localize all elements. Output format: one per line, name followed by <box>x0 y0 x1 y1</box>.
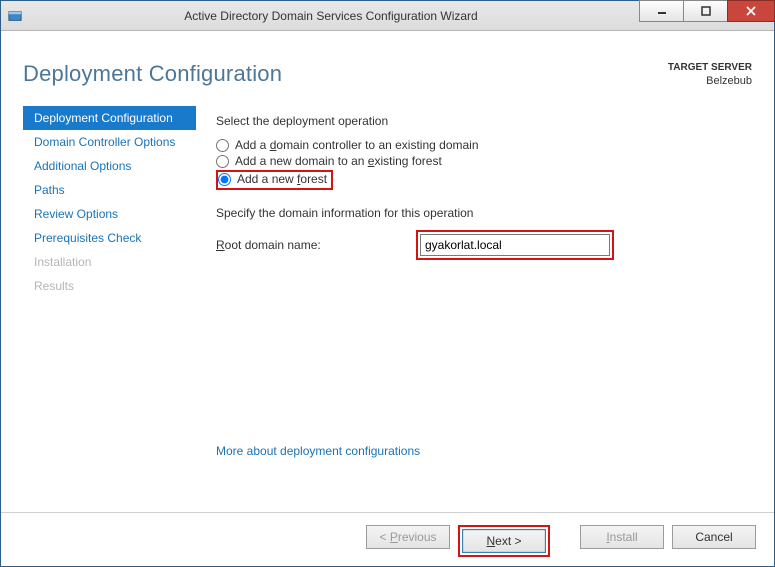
nav-review-options[interactable]: Review Options <box>23 202 196 226</box>
main-panel: Select the deployment operation Add a do… <box>196 106 774 466</box>
radio-new-forest-input[interactable] <box>218 173 231 186</box>
page-title: Deployment Configuration <box>23 61 282 87</box>
select-operation-label: Select the deployment operation <box>216 114 734 128</box>
root-domain-name-input[interactable] <box>420 234 610 256</box>
wizard-footer: < Previous Next > Install Cancel <box>1 512 774 566</box>
nav-deployment-configuration[interactable]: Deployment Configuration <box>23 106 196 130</box>
radio-existing-domain-input[interactable] <box>216 139 229 152</box>
target-server-info: TARGET SERVER Belzebub <box>668 61 752 88</box>
app-icon <box>7 8 23 24</box>
nav-installation: Installation <box>23 250 196 274</box>
highlight-root-domain-field <box>416 230 614 260</box>
wizard-nav: Deployment Configuration Domain Controll… <box>1 106 196 466</box>
radio-existing-domain[interactable]: Add a domain controller to an existing d… <box>216 138 734 152</box>
target-server-label: TARGET SERVER <box>668 61 752 74</box>
minimize-button[interactable] <box>639 0 684 22</box>
radio-existing-forest[interactable]: Add a new domain to an existing forest <box>216 154 734 168</box>
nav-domain-controller-options[interactable]: Domain Controller Options <box>23 130 196 154</box>
window-title: Active Directory Domain Services Configu… <box>23 9 639 23</box>
radio-existing-forest-input[interactable] <box>216 155 229 168</box>
titlebar[interactable]: Active Directory Domain Services Configu… <box>1 1 774 31</box>
wizard-window: Active Directory Domain Services Configu… <box>0 0 775 567</box>
root-domain-name-label: Root domain name: <box>216 238 416 252</box>
nav-additional-options[interactable]: Additional Options <box>23 154 196 178</box>
highlight-new-forest: Add a new forest <box>216 170 333 190</box>
target-server-value: Belzebub <box>668 74 752 88</box>
nav-results: Results <box>23 274 196 298</box>
install-button: Install <box>580 525 664 549</box>
highlight-next-button: Next > <box>458 525 550 557</box>
more-about-deployment-link[interactable]: More about deployment configurations <box>216 444 420 458</box>
specify-domain-label: Specify the domain information for this … <box>216 206 734 220</box>
close-button[interactable] <box>727 0 775 22</box>
page-header: Deployment Configuration TARGET SERVER B… <box>1 31 774 98</box>
previous-button: < Previous <box>366 525 450 549</box>
nav-paths[interactable]: Paths <box>23 178 196 202</box>
maximize-button[interactable] <box>683 0 728 22</box>
radio-new-forest[interactable]: Add a new forest <box>218 172 327 186</box>
cancel-button[interactable]: Cancel <box>672 525 756 549</box>
nav-prerequisites-check[interactable]: Prerequisites Check <box>23 226 196 250</box>
next-button[interactable]: Next > <box>462 529 546 553</box>
